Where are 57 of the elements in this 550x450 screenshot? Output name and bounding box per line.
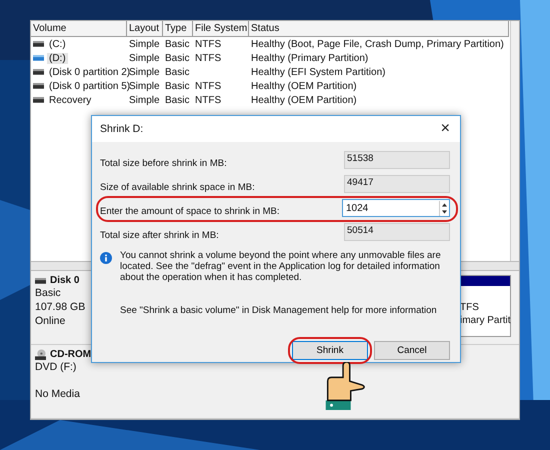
table-cell-text: Basic <box>164 38 190 50</box>
disk-name: Disk 0 <box>50 275 80 286</box>
disk-info: 107.98 GB <box>35 301 86 314</box>
scroll-bar[interactable] <box>510 21 519 261</box>
size-value: 51538 <box>344 151 450 169</box>
drive-icon <box>33 97 44 103</box>
field-label: Size of available shrink space in MB: <box>100 180 255 192</box>
table-cell-text: NTFS <box>194 80 222 92</box>
table-cell-text: NTFS <box>194 94 222 106</box>
table-cell-text: NTFS <box>194 38 222 50</box>
size-value: 50514 <box>344 223 450 241</box>
field-label: Total size before shrink in MB: <box>100 156 227 168</box>
disk-info: DVD (F:) <box>35 361 78 374</box>
table-cell-text: Healthy (OEM Partition) <box>250 80 358 92</box>
table-cell-text: Basic <box>164 52 190 64</box>
column-header[interactable]: Layout <box>127 21 163 36</box>
disk-info: Online <box>35 315 66 328</box>
table-cell-text: Basic <box>164 80 190 92</box>
help-text: See "Shrink a basic volume" in Disk Management help for more information <box>120 305 438 316</box>
dialog-title: Shrink D: <box>100 123 144 135</box>
drive-label[interactable]: (D:) <box>47 52 68 64</box>
disk-info: No Media <box>35 388 81 401</box>
spin-down-icon[interactable] <box>442 210 447 214</box>
drive-label[interactable]: (C:) <box>47 38 68 50</box>
table-cell-text: Healthy (EFI System Partition) <box>250 66 386 78</box>
shrink-amount-field[interactable]: 1024 <box>342 199 450 217</box>
table-cell-text: Healthy (OEM Partition) <box>250 94 358 106</box>
table-cell-text: Simple <box>128 94 161 106</box>
close-button[interactable]: × <box>430 120 460 138</box>
disk-name: CD-ROM <box>50 349 92 360</box>
table-cell-text: Basic <box>164 66 190 78</box>
drive-icon <box>33 55 44 61</box>
info-text: You cannot shrink a volume beyond the point where any unmovable files are located. See the "defrag" event in the Application log for detailed information about the operation when it has completed. <box>120 250 442 283</box>
drive-icon <box>33 41 44 47</box>
column-header[interactable]: Type <box>163 21 193 36</box>
field-label: Total size after shrink in MB: <box>100 228 219 240</box>
drive-icon <box>33 83 44 89</box>
table-cell-text: Healthy (Boot, Page File, Crash Dump, Primary Partition) <box>250 38 505 50</box>
size-value: 49417 <box>344 175 450 193</box>
disk-info: Basic <box>35 287 62 300</box>
table-cell-text: Simple <box>128 52 161 64</box>
table-cell-text: Basic <box>164 94 190 106</box>
spin-up-icon[interactable] <box>442 202 447 206</box>
column-header[interactable]: File System <box>193 21 249 36</box>
partition-info: TFS <box>460 302 479 313</box>
info-icon <box>100 252 112 264</box>
column-header[interactable]: Status <box>249 21 509 36</box>
dialog-button[interactable]: Cancel <box>374 341 450 360</box>
column-header[interactable]: Volume <box>31 21 127 36</box>
drive-icon <box>33 69 44 75</box>
dialog-button[interactable]: Shrink <box>292 341 368 360</box>
drive-label[interactable]: Recovery <box>47 94 94 106</box>
table-cell-text: Healthy (Primary Partition) <box>250 52 370 64</box>
table-cell-text: Simple <box>128 38 161 50</box>
field-label: Enter the amount of space to shrink in MB: <box>100 204 280 216</box>
cd-drive-icon <box>35 349 46 360</box>
table-cell-text: NTFS <box>194 52 222 64</box>
